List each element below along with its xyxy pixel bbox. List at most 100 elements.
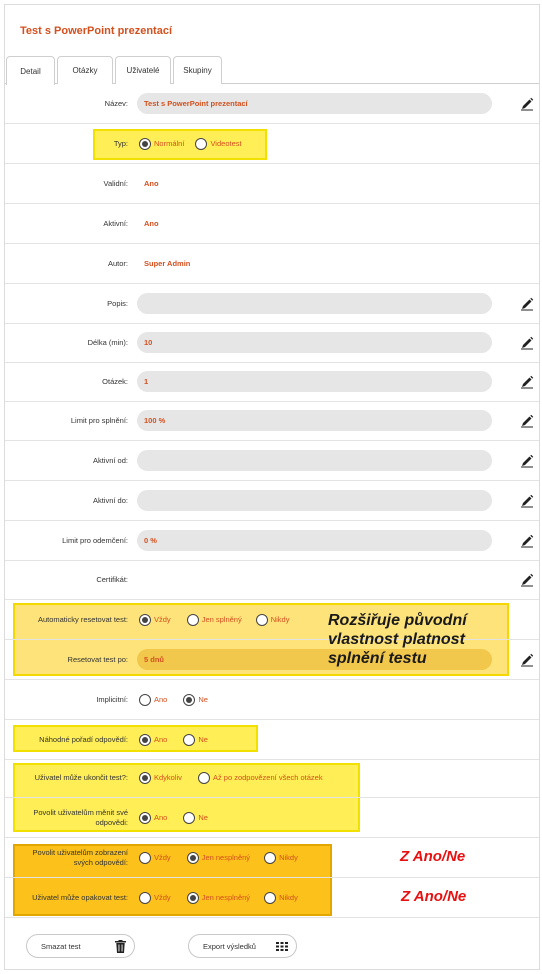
menit-label: Povolit uživatelům měnit své odpovědi: — [33, 807, 128, 827]
radio-selected-icon — [139, 811, 151, 824]
opakovat-option-jen-nesplneny[interactable]: Jen nesplněný — [186, 891, 250, 904]
annotation-note: Rozšiřuje původní vlastnost platnost spl… — [328, 611, 467, 668]
zobrazeni-option-nikdy[interactable]: Nikdy — [264, 851, 298, 864]
row-ukoncit: Uživatel může ukončit test?: Kdykoliv Až… — [5, 758, 539, 798]
annotation-red-1: Z Ano/Ne — [400, 848, 466, 865]
zobrazeni-radio-group: Vždy Jen nesplněný Nikdy — [139, 838, 298, 877]
validni-label: Validní: — [103, 179, 128, 188]
delka-label: Délka (min): — [87, 338, 128, 347]
row-implicitni: Implicitní: Ano Ne — [5, 680, 539, 720]
pencil-icon[interactable] — [520, 414, 534, 428]
ukoncit-label: Uživatel může ukončit test?: — [34, 773, 128, 782]
radio-selected-icon — [139, 137, 151, 150]
pencil-icon[interactable] — [520, 653, 534, 667]
radio-icon — [264, 851, 277, 864]
certifikat-label: Certifikát: — [96, 575, 128, 584]
aktivni-value: Ano — [144, 219, 159, 228]
delka-input[interactable]: 10 — [137, 332, 492, 353]
row-menit: Povolit uživatelům měnit své odpovědi: A… — [5, 798, 539, 838]
auto-reset-option-jen-splneny[interactable]: Jen splněný — [186, 613, 242, 626]
pencil-icon[interactable] — [520, 494, 534, 508]
export-results-button[interactable]: Export výsledků — [188, 934, 297, 958]
row-nahodne: Náhodné pořadí odpovědí: Ano Ne — [5, 720, 539, 760]
pencil-icon[interactable] — [520, 297, 534, 311]
aktivni-do-label: Aktivní do: — [92, 496, 128, 505]
tab-skupiny[interactable]: Skupiny — [173, 56, 222, 84]
zobrazeni-label: Povolit uživatelům zobrazení svých odpov… — [32, 847, 128, 867]
limit-odemceni-input[interactable]: 0 % — [137, 530, 492, 551]
menit-option-ne[interactable]: Ne — [183, 811, 208, 824]
radio-icon — [197, 771, 210, 784]
opakovat-radio-group: Vždy Jen nesplněný Nikdy — [139, 878, 298, 917]
delete-test-button[interactable]: Smazat test — [26, 934, 135, 958]
annotation-red-2: Z Ano/Ne — [401, 888, 467, 905]
row-limit-splneni: Limit pro splnění: 100 % — [5, 401, 539, 441]
radio-icon — [264, 891, 277, 904]
row-autor: Autor: Super Admin — [5, 244, 539, 284]
row-delka: Délka (min): 10 — [5, 323, 539, 363]
radio-selected-icon — [186, 851, 199, 864]
radio-icon — [183, 811, 196, 824]
annotation-note-line: splnění testu — [328, 650, 427, 667]
typ-label: Typ: — [113, 139, 128, 148]
radio-selected-icon — [139, 733, 151, 746]
typ-option-normalni[interactable]: Normální — [139, 137, 184, 150]
menit-radio-group: Ano Ne — [139, 798, 208, 837]
tab-uzivatele[interactable]: Uživatelé — [115, 56, 171, 84]
popis-input[interactable] — [137, 293, 492, 314]
opakovat-option-nikdy[interactable]: Nikdy — [264, 891, 298, 904]
auto-reset-option-vzdy[interactable]: Vždy — [139, 613, 171, 626]
zobrazeni-option-vzdy[interactable]: Vždy — [139, 851, 171, 864]
trash-icon — [115, 939, 126, 953]
tab-otazky[interactable]: Otázky — [57, 56, 113, 84]
auto-reset-option-nikdy[interactable]: Nikdy — [255, 613, 289, 626]
auto-reset-radio-group: Vždy Jen splněný Nikdy — [139, 600, 289, 639]
pencil-icon[interactable] — [520, 534, 534, 548]
implicitni-label: Implicitní: — [96, 695, 128, 704]
row-typ: Typ: Normální Videotest — [5, 124, 539, 164]
row-aktivni-od: Aktivní od: — [5, 441, 539, 481]
nahodne-radio-group: Ano Ne — [139, 720, 208, 759]
popis-label: Popis: — [107, 299, 128, 308]
pencil-icon[interactable] — [520, 97, 534, 111]
radio-icon — [183, 733, 196, 746]
page-title: Test s PowerPoint prezentací — [20, 25, 173, 37]
row-aktivni: Aktivní: Ano — [5, 204, 539, 244]
otazek-input[interactable]: 1 — [137, 371, 492, 392]
implicitni-option-ano[interactable]: Ano — [139, 693, 167, 706]
annotation-note-line: Rozšiřuje původní — [328, 612, 467, 629]
radio-icon — [139, 891, 151, 904]
limit-splneni-label: Limit pro splnění: — [70, 416, 128, 425]
tab-detail[interactable]: Detail — [6, 56, 55, 85]
row-certifikat: Certifikát: — [5, 560, 539, 600]
typ-option-videotest[interactable]: Videotest — [195, 137, 242, 150]
validni-value: Ano — [144, 179, 159, 188]
radio-icon — [255, 613, 268, 626]
opakovat-label: Uživatel může opakovat test: — [32, 893, 128, 902]
radio-icon — [186, 613, 199, 626]
annotation-note-line: vlastnost platnost — [328, 631, 465, 648]
aktivni-od-input[interactable] — [137, 450, 492, 471]
autor-value: Super Admin — [144, 259, 191, 268]
pencil-icon[interactable] — [520, 336, 534, 350]
radio-selected-icon — [183, 693, 196, 706]
pencil-icon[interactable] — [520, 375, 534, 389]
nahodne-option-ano[interactable]: Ano — [139, 733, 167, 746]
implicitni-option-ne[interactable]: Ne — [183, 693, 208, 706]
limit-odemceni-label: Limit pro odemčení: — [62, 536, 128, 545]
menit-option-ano[interactable]: Ano — [139, 811, 167, 824]
row-otazek: Otázek: 1 — [5, 362, 539, 402]
ukoncit-option-kdykoliv[interactable]: Kdykoliv — [139, 771, 182, 784]
limit-splneni-input[interactable]: 100 % — [137, 410, 492, 431]
nazev-input[interactable]: Test s PowerPoint prezentací — [137, 93, 492, 114]
zobrazeni-option-jen-nesplneny[interactable]: Jen nesplněný — [186, 851, 250, 864]
row-nazev: Název: Test s PowerPoint prezentací — [5, 84, 539, 124]
ukoncit-option-az-po[interactable]: Až po zodpovězení všech otázek — [197, 771, 323, 784]
pencil-icon[interactable] — [520, 454, 534, 468]
nahodne-option-ne[interactable]: Ne — [183, 733, 208, 746]
pencil-icon[interactable] — [520, 573, 534, 587]
row-popis: Popis: — [5, 284, 539, 324]
reset-po-label: Resetovat test po: — [67, 655, 128, 664]
aktivni-do-input[interactable] — [137, 490, 492, 511]
opakovat-option-vzdy[interactable]: Vždy — [139, 891, 171, 904]
